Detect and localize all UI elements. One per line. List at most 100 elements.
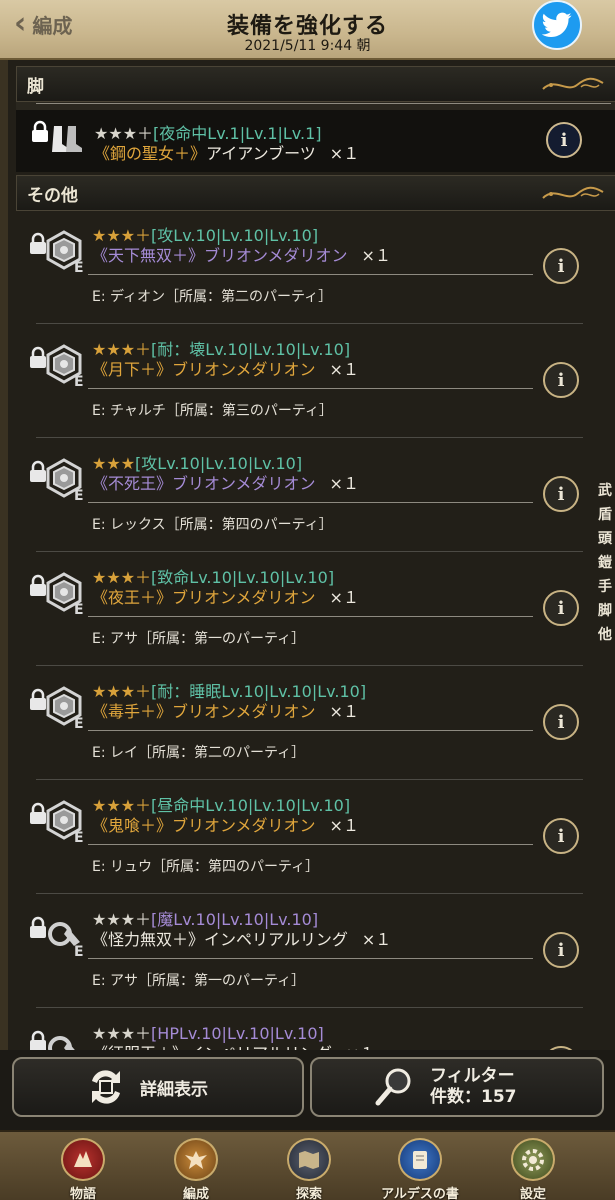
detail-view-button[interactable]: 詳細表示	[12, 1057, 304, 1117]
ring-icon	[48, 1036, 75, 1050]
item-owner: E: アサ［所属：第一のパーティ］	[92, 631, 306, 647]
index-shield[interactable]: 盾	[598, 504, 612, 524]
index-hand[interactable]: 手	[598, 576, 612, 596]
tab-label-settings: 設定	[519, 1187, 546, 1200]
index-feet[interactable]: 脚	[598, 600, 612, 620]
item-prefix: 《鋼の聖女＋》	[94, 144, 207, 163]
section-header-feet: 脚	[16, 66, 615, 102]
section-header-other: その他	[16, 175, 615, 211]
item-quantity: ×１	[329, 474, 359, 493]
info-icon: i	[557, 711, 565, 733]
divider	[88, 274, 533, 275]
equipped-mark: E	[74, 830, 84, 846]
item-quantity: ×１	[361, 246, 391, 265]
item-name: ブリオンメダリオン	[172, 474, 316, 493]
index-head[interactable]: 頭	[598, 528, 612, 548]
item-quantity: ×１	[329, 588, 359, 607]
info-button[interactable]: i	[543, 704, 579, 740]
list-item[interactable]: E ★★★＋[致命Lv.10|Lv.10|Lv.10] 《夜王＋》ブリオンメダリオン…	[28, 552, 583, 666]
item-quantity: ×１	[329, 360, 359, 379]
item-owner: E: レイ［所属：第二のパーティ］	[92, 745, 306, 761]
info-icon: i	[557, 597, 565, 619]
item-owner: E: チャルチ［所属：第三のパーティ］	[92, 403, 334, 419]
item-name: ブリオンメダリオン	[172, 816, 316, 835]
tab-label-explore: 探索	[295, 1187, 322, 1200]
item-name-line: 《征服王＋》インペリアルリング×１	[92, 1040, 375, 1050]
info-button[interactable]: i	[546, 122, 582, 158]
bottom-action-bar: 詳細表示 フィルター 件数：157	[0, 1050, 615, 1130]
boots-icon	[52, 126, 82, 152]
divider	[88, 844, 533, 845]
item-prefix: 《怪力無双＋》	[92, 930, 205, 949]
item-owner: E: レックス［所属：第四のパーティ］	[92, 517, 333, 533]
magnifier-icon	[375, 1068, 411, 1106]
item-quantity: ×１	[329, 816, 359, 835]
list-item[interactable]: E★★★＋[HPLv.10|Lv.10|Lv.10]《征服王＋》インペリアルリン…	[28, 1008, 579, 1050]
index-armor[interactable]: 鎧	[598, 552, 612, 572]
list-item[interactable]: E ★★★＋[耐：壊Lv.10|Lv.10|Lv.10] 《月下＋》ブリオンメダリオ…	[28, 324, 583, 438]
info-button[interactable]: i	[543, 818, 579, 854]
list-item[interactable]: E ★★★[攻Lv.10|Lv.10|Lv.10] 《不死王》ブリオンメダリオン ×１…	[28, 438, 583, 552]
gear-icon	[511, 1138, 555, 1181]
tab-story[interactable]: 物語	[28, 1138, 138, 1200]
item-owner: E: ディオン［所属：第二のパーティ］	[92, 289, 333, 305]
filter-count: 件数：157	[430, 1087, 517, 1107]
tab-settings[interactable]: 設定	[478, 1138, 588, 1200]
dragon-crest-icon	[61, 1138, 105, 1181]
tab-label-book: アルデスの書	[381, 1187, 459, 1200]
tab-explore[interactable]: 探索	[254, 1138, 364, 1200]
item-name-line: 《鬼喰＋》ブリオンメダリオン ×１	[92, 812, 359, 836]
index-weapon[interactable]: 武	[598, 480, 612, 500]
tab-book[interactable]: アルデスの書	[365, 1138, 475, 1200]
divider	[88, 730, 533, 731]
item-prefix: 《天下無双＋》	[92, 246, 205, 265]
item-name-line: 《天下無双＋》ブリオンメダリオン ×１	[92, 242, 391, 266]
list-item[interactable]: E ★★★＋[昼命中Lv.10|Lv.10|Lv.10] 《鬼喰＋》ブリオンメダリオ…	[28, 780, 583, 894]
list-item[interactable]: E ★★★＋[魔Lv.10|Lv.10|Lv.10] 《怪力無双＋》インペリアルリン…	[28, 894, 583, 1008]
info-button[interactable]: i	[543, 362, 579, 398]
section-title-other: その他	[27, 185, 78, 206]
twitter-share-button[interactable]	[532, 0, 582, 50]
info-button[interactable]: i	[543, 932, 579, 968]
equipped-mark: E	[74, 602, 84, 618]
item-name-line: 《月下＋》ブリオンメダリオン ×１	[92, 356, 359, 380]
item-name-line: 《夜王＋》ブリオンメダリオン ×１	[92, 584, 359, 608]
item-name-line: 《怪力無双＋》インペリアルリング ×１	[92, 926, 391, 950]
swap-icon	[92, 1070, 120, 1104]
item-name: ブリオンメダリオン	[172, 702, 316, 721]
item-name-line: 《不死王》ブリオンメダリオン ×１	[92, 470, 359, 494]
twitter-bird-icon	[542, 12, 572, 37]
item-prefix: 《不死王》	[92, 474, 173, 493]
item-name-line: 《毒手＋》ブリオンメダリオン ×１	[92, 698, 359, 722]
item-prefix: 《毒手＋》	[92, 702, 173, 721]
equipped-mark: E	[74, 488, 84, 504]
item-name: ブリオンメダリオン	[172, 360, 316, 379]
equipped-mark: E	[74, 944, 84, 960]
index-other[interactable]: 他	[598, 624, 612, 644]
item-quantity: ×１	[361, 930, 392, 949]
map-icon	[287, 1138, 331, 1181]
item-prefix: 《夜王＋》	[92, 588, 173, 607]
equipped-mark: E	[74, 260, 84, 276]
header-bar: ‹ 編成 装備を強化する 2021/5/11 9:44 朝	[0, 0, 615, 60]
tab-label-story: 物語	[69, 1187, 96, 1200]
list-item[interactable]: E ★★★＋[耐：睡眠Lv.10|Lv.10|Lv.10] 《毒手＋》ブリオンメダリ…	[28, 666, 583, 780]
list-item-feet[interactable]: ★★★＋[夜命中Lv.1|Lv.1|Lv.1] 《鋼の聖女＋》アイアンブーツ ×１…	[16, 110, 615, 172]
item-name: アイアンブーツ	[206, 144, 316, 163]
item-prefix: 《月下＋》	[92, 360, 173, 379]
item-owner: E: アサ［所属：第一のパーティ］	[92, 973, 306, 989]
equipment-list[interactable]: 脚 ★★★＋[夜命中Lv.1|Lv.1|Lv.1] 《鋼の聖女＋》アイアンブーツ…	[0, 60, 615, 1050]
equipped-mark: E	[74, 374, 84, 390]
tab-formation[interactable]: 編成	[141, 1138, 251, 1200]
info-icon: i	[557, 369, 565, 391]
item-prefix: 《鬼喰＋》	[92, 816, 173, 835]
filter-button[interactable]: フィルター 件数：157	[310, 1057, 604, 1117]
info-button[interactable]: i	[543, 248, 579, 284]
list-item[interactable]: E ★★★＋[攻Lv.10|Lv.10|Lv.10] 《天下無双＋》ブリオンメダリオ…	[28, 210, 583, 324]
item-name: ブリオンメダリオン	[172, 588, 316, 607]
info-button[interactable]: i	[543, 590, 579, 626]
item-name-line: 《鋼の聖女＋》アイアンブーツ ×１	[94, 140, 359, 164]
filter-label: フィルター	[430, 1066, 515, 1086]
info-button[interactable]: i	[543, 476, 579, 512]
divider	[88, 958, 533, 959]
